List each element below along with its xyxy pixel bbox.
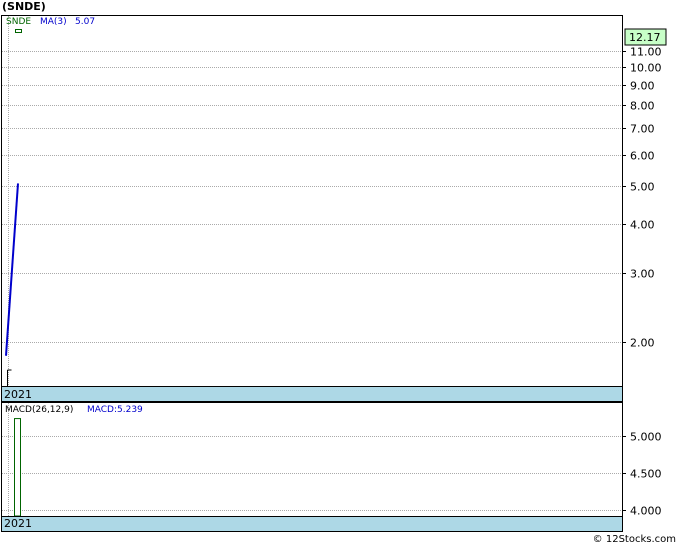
price-panel — [1, 15, 623, 402]
macd-tick-label: 5.000 — [630, 431, 662, 444]
watermark: © 12Stocks.com — [592, 534, 676, 545]
price-tick-label: 5.00 — [630, 181, 655, 194]
price-tick-label: 11.00 — [630, 46, 662, 59]
legend-price-swatch — [15, 29, 22, 33]
price-axis-ticks: 2.00 3.00 4.00 5.00 6.00 7.00 8.00 9.00 10.00 11.… — [622, 46, 662, 350]
legend-ma-label: MA(3) — [40, 17, 67, 27]
price-tick-label: 4.00 — [630, 219, 655, 232]
macd-bars — [14, 418, 21, 517]
legend-ma-value: 5.07 — [75, 17, 95, 27]
macd-tick-label: 4.500 — [630, 468, 662, 481]
price-tick-label: 3.00 — [630, 268, 655, 281]
macd-date-band — [1, 516, 623, 532]
stock-chart: 2.00 3.00 4.00 5.00 6.00 7.00 8.00 9.00 10.00 11.… — [1, 15, 667, 532]
price-tick-label: 2.00 — [630, 337, 655, 350]
legend-symbol: SNDE — [6, 17, 31, 27]
last-price-label: 12.17 — [629, 31, 661, 44]
macd-legend-label: MACD(26,12,9) — [5, 405, 73, 415]
price-tick-label: 10.00 — [630, 62, 662, 75]
price-date-label: 2021 — [4, 388, 32, 401]
price-tick-label: 8.00 — [630, 100, 655, 113]
price-tick-label: 6.00 — [630, 150, 655, 163]
macd-axis-ticks: 4.000 4.500 5.000 — [622, 431, 662, 518]
macd-tick-label: 4.000 — [630, 505, 662, 518]
price-date-band — [1, 386, 623, 402]
macd-panel — [1, 402, 623, 532]
macd-legend-value: MACD:5.239 — [87, 405, 143, 415]
macd-date-label: 2021 — [4, 517, 32, 530]
price-tick-label: 9.00 — [630, 80, 655, 93]
price-tick-label: 7.00 — [630, 123, 655, 136]
macd-bar — [14, 418, 21, 517]
